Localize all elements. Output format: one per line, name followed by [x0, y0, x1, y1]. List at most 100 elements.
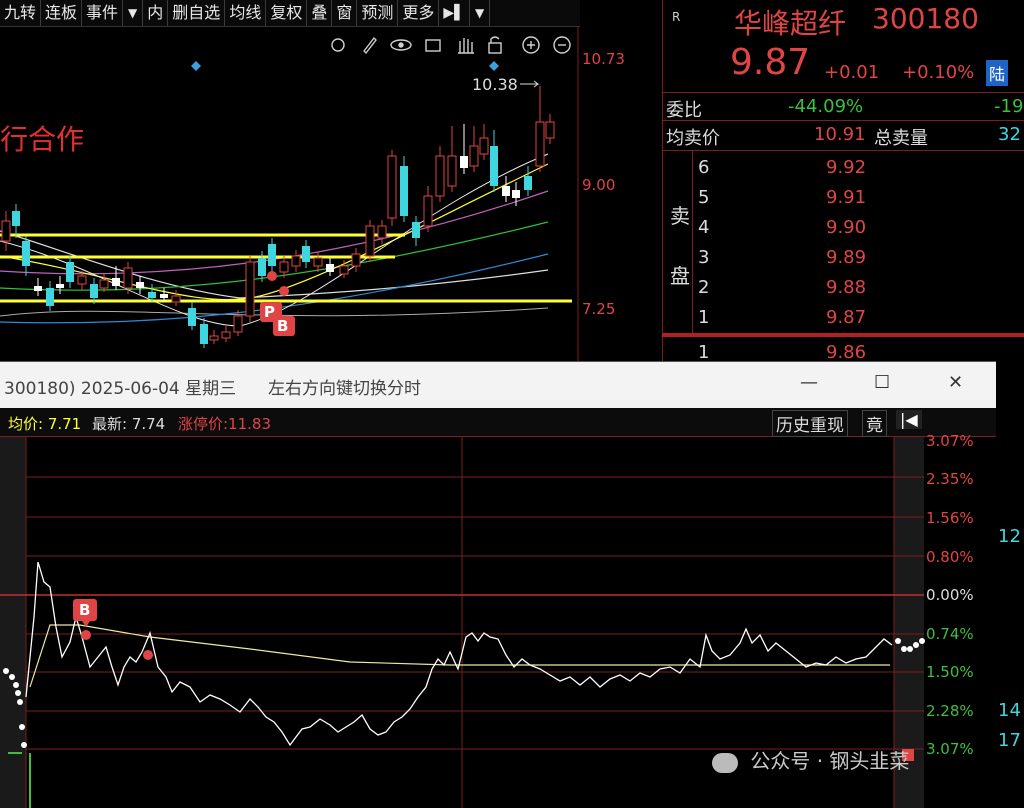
candle-body [136, 282, 144, 288]
candle-body [34, 286, 42, 291]
toolbar-shijian[interactable]: 事件 [82, 0, 124, 26]
toolbar-chevron-icon[interactable]: ▼ [470, 0, 491, 26]
axis-label-low: 7.25 [582, 300, 616, 318]
avg-price-label: 均价: 7.71 [8, 415, 82, 433]
price-line [25, 561, 893, 747]
candle-body [188, 308, 196, 326]
ask-price[interactable]: 9.92 [826, 157, 866, 178]
candle-body [490, 146, 498, 186]
ask-level: 4 [698, 217, 710, 238]
weibi-value: -44.09% [788, 96, 864, 117]
buy-marker: B [79, 601, 91, 619]
candle-body [524, 176, 532, 190]
candle-body [351, 253, 361, 267]
stock-price: 9.87 [730, 42, 811, 83]
candle-body [479, 137, 489, 155]
pct-label: 2.28% [926, 702, 974, 720]
candle-body [313, 257, 323, 267]
maximize-icon[interactable]: ☐ [874, 372, 890, 393]
pen-icon [363, 36, 377, 55]
candle-body [460, 156, 468, 168]
toolbar-dropdown[interactable]: ▼ [123, 0, 144, 26]
ask-price[interactable]: 9.89 [826, 247, 866, 268]
weibi-label: 委比 [666, 100, 702, 121]
candle-body [400, 166, 408, 216]
candle-body [268, 244, 276, 266]
ask-price[interactable]: 9.88 [826, 277, 866, 298]
toolbar-yuce[interactable]: 预测 [357, 0, 399, 26]
candle-body [99, 279, 109, 289]
watermark-text: 公众号 · 钢头韭菜 [750, 749, 910, 773]
pct-label: 3.07% [926, 740, 974, 758]
toolbar-chuang[interactable]: 窗 [332, 0, 358, 26]
limit-price-label: 涨停价:11.83 [178, 415, 271, 433]
toolbar-fuquan[interactable]: 复权 [266, 0, 308, 26]
intraday-popup[interactable]: 300180) 2025-06-04 星期三 左右方向键切换分时 — ☐ ✕ 均… [0, 361, 996, 808]
lock-icon [488, 42, 502, 54]
axis-label-mid: 9.00 [582, 176, 616, 194]
candle-body [77, 275, 87, 285]
jing-button[interactable]: 竟 [862, 410, 887, 437]
candle-body [123, 267, 133, 289]
toolbar-shanzixuan[interactable]: 删自选 [168, 0, 226, 26]
bid-level: 1 [698, 342, 710, 363]
pct-label: 0.74% [926, 625, 974, 643]
chart-tool-icons [331, 36, 571, 55]
candle-body [279, 261, 289, 273]
candle-body [387, 155, 397, 219]
ask-price[interactable]: 9.87 [826, 307, 866, 328]
kline-svg: 10.38 [0, 26, 579, 361]
toolbar-gengduo[interactable]: 更多 [398, 0, 440, 26]
popup-titlebar[interactable]: 300180) 2025-06-04 星期三 左右方向键切换分时 — ☐ ✕ [0, 362, 996, 408]
kline-chart[interactable]: 10.38 行合作 10.73 9.00 7.25 P B [0, 26, 660, 361]
ask-level: 6 [698, 157, 710, 178]
candle-body [209, 335, 219, 341]
toolbar-nei[interactable]: 内 [143, 0, 169, 26]
candle-body [233, 315, 243, 333]
ask-price[interactable]: 9.91 [826, 187, 866, 208]
toolbar-pin-icon[interactable]: ▶▌ [439, 0, 470, 26]
toolbar-lianban[interactable]: 连板 [41, 0, 83, 26]
side-number: 12 [998, 526, 1021, 547]
bid-price[interactable]: 9.86 [826, 342, 866, 363]
close-icon[interactable]: ✕ [948, 372, 963, 393]
toolbar-jiuzhuan[interactable]: 九转 [0, 0, 42, 26]
candle-body [365, 225, 375, 257]
candle-body [22, 241, 30, 266]
stock-code: 300180 [872, 2, 979, 35]
candle-body [447, 155, 457, 187]
pct-label: 3.07% [926, 432, 974, 450]
toolbar-junxian[interactable]: 均线 [225, 0, 267, 26]
popup-title: 300180) 2025-06-04 星期三 [4, 379, 237, 399]
collapse-icon[interactable]: |◀ [896, 410, 922, 429]
ask-level: 2 [698, 277, 710, 298]
chart-toolbar: 九转 连板 事件 ▼ 内 删自选 均线 复权 叠 窗 预测 更多 ▶▌ ▼ [0, 0, 580, 27]
wechat-icon [712, 752, 738, 773]
candle-body [423, 195, 433, 227]
toolbar-die[interactable]: 叠 [307, 0, 333, 26]
history-replay-button[interactable]: 历史重现 [772, 410, 848, 437]
ask-level: 3 [698, 247, 710, 268]
pct-label: 2.35% [926, 470, 974, 488]
axis-label-top: 10.73 [582, 50, 625, 68]
stock-change-pct: +0.10% [902, 62, 975, 83]
watermark: 公众号 · 钢头韭菜 [712, 745, 909, 774]
candle-body [535, 121, 545, 167]
ask-price[interactable]: 9.90 [826, 217, 866, 238]
candle-body [112, 278, 120, 286]
candle-body [46, 288, 54, 306]
ask-level: 5 [698, 187, 710, 208]
avg-ask-value: 10.91 [814, 124, 866, 145]
weibi-right: -19 [994, 96, 1024, 117]
stock-name: 华峰超纤 [734, 7, 847, 40]
settings-icon [331, 38, 345, 52]
total-ask-value: 32 [998, 124, 1021, 145]
candle-body [412, 222, 420, 238]
pct-label: 0.00% [926, 586, 974, 604]
basket-icon [425, 39, 441, 52]
minimize-icon[interactable]: — [800, 372, 818, 393]
peak-price-label: 10.38 [472, 75, 518, 94]
candle-body [148, 292, 156, 298]
candle-body [291, 255, 301, 267]
candle-body [200, 324, 208, 344]
